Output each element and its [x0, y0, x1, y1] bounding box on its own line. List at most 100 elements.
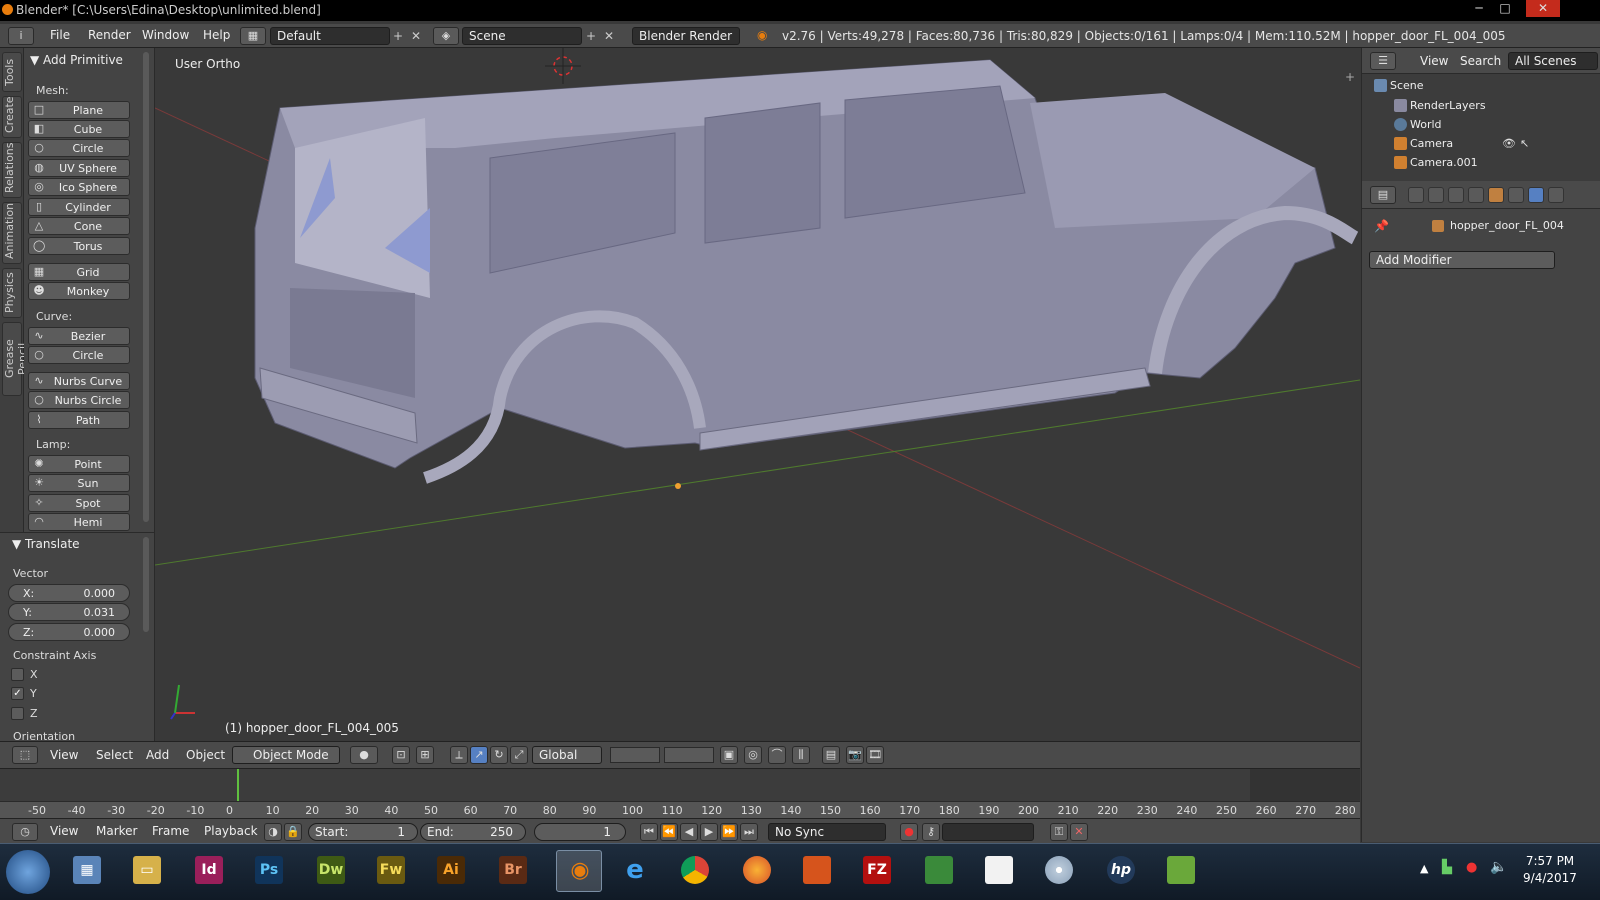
add-uv-sphere-button[interactable]: ◍ UV Sphere [28, 159, 130, 177]
render-layers-tab-icon[interactable] [1428, 187, 1444, 203]
data-tab-icon[interactable] [1548, 187, 1564, 203]
start-frame-field[interactable]: Start: 1 [308, 823, 418, 841]
pivot-point-icon[interactable]: ⊡ [392, 746, 410, 764]
current-frame-field[interactable]: 1 [534, 823, 626, 841]
editor-type-info-icon[interactable]: i [8, 27, 34, 45]
tab-grease-pencil[interactable]: Grease Pencil [2, 322, 29, 396]
add-torus-button[interactable]: ◯ Torus [28, 237, 130, 255]
scene-field[interactable]: Scene [462, 27, 582, 45]
render-tab-icon[interactable] [1408, 187, 1424, 203]
play-reverse-icon[interactable]: ◀ [680, 823, 698, 841]
add-circle-button[interactable]: ○ Circle [28, 139, 130, 157]
only-origins-icon[interactable]: ⊞ [416, 746, 434, 764]
jump-start-icon[interactable]: ⏮ [640, 823, 658, 841]
network-icon[interactable]: ▙ [1442, 860, 1452, 875]
screen-layout-field[interactable]: Default [270, 27, 390, 45]
constraints-tab-icon[interactable] [1508, 187, 1524, 203]
tab-tools[interactable]: Tools [2, 52, 22, 92]
insert-keyframe-icon[interactable]: ⚿ [1050, 823, 1068, 841]
taskbar-office[interactable] [794, 850, 840, 892]
add-screen-icon[interactable]: + [393, 29, 403, 43]
menu-timeline-view[interactable]: View [50, 824, 78, 838]
outliner-menu-search[interactable]: Search [1460, 54, 1501, 68]
tab-relations[interactable]: Relations [2, 142, 22, 198]
keying-set-icon[interactable]: ⚷ [922, 823, 940, 841]
delete-screen-icon[interactable]: ✕ [411, 29, 421, 43]
scale-manipulator-icon[interactable]: ⤢ [510, 746, 528, 764]
3d-viewport[interactable]: User Ortho (1) hopper_door_FL_004_005 + [155, 48, 1360, 741]
lock-time-cursor-icon[interactable]: 🔒 [284, 823, 302, 841]
selectable-cursor-icon[interactable]: ↖ [1520, 137, 1533, 150]
sync-mode-dropdown[interactable]: No Sync [768, 823, 886, 841]
translate-manipulator-icon[interactable]: ↗ [470, 746, 488, 764]
layers-grid-b[interactable] [664, 747, 714, 763]
add-nurbs-curve-button[interactable]: ∿ Nurbs Curve [28, 372, 130, 390]
editor-type-properties-icon[interactable]: ▤ [1370, 186, 1396, 204]
taskbar-blender[interactable]: ◉ [556, 850, 602, 892]
add-primitive-panel-header[interactable]: ▼ Add Primitive [30, 53, 123, 67]
scene-tab-icon[interactable] [1448, 187, 1464, 203]
taskbar-chrome[interactable] [672, 850, 718, 892]
viewport-shading-icon[interactable]: ● [350, 746, 378, 764]
layers-grid-a[interactable] [610, 747, 660, 763]
taskbar-calculator[interactable]: ▦ [64, 850, 110, 892]
jump-next-keyframe-icon[interactable]: ⏩ [720, 823, 738, 841]
taskbar-explorer[interactable]: ▭ [124, 850, 170, 892]
outliner-item-world[interactable]: World [1362, 115, 1600, 135]
vector-y-field[interactable]: Y: 0.031 [8, 603, 130, 621]
jump-prev-keyframe-icon[interactable]: ⏪ [660, 823, 678, 841]
add-path-button[interactable]: ⌇ Path [28, 411, 130, 429]
volume-icon[interactable]: 🔈 [1490, 859, 1507, 875]
taskbar-disc[interactable] [1036, 850, 1082, 892]
taskbar-clock[interactable]: 7:57 PM 9/4/2017 [1515, 853, 1585, 887]
play-icon[interactable]: ▶ [700, 823, 718, 841]
add-spot-lamp-button[interactable]: ✧ Spot [28, 494, 130, 512]
object-mode-dropdown[interactable]: Object Mode [232, 746, 340, 764]
constraint-z-checkbox[interactable] [11, 707, 24, 720]
modifiers-tab-icon[interactable] [1528, 187, 1544, 203]
security-icon[interactable]: ● [1466, 860, 1477, 875]
jump-end-icon[interactable]: ⏭ [740, 823, 758, 841]
outliner-item-renderlayers[interactable]: RenderLayers [1362, 96, 1600, 116]
menu-window[interactable]: Window [142, 28, 189, 42]
close-window-button[interactable]: ✕ [1526, 0, 1560, 17]
screen-layout-icon[interactable]: ▦ [240, 27, 266, 45]
lock-layers-icon[interactable]: ▣ [720, 746, 738, 764]
outliner-item-camera[interactable]: Camera 👁 ↖ [1362, 134, 1600, 154]
taskbar-notepad[interactable] [976, 850, 1022, 892]
add-monkey-button[interactable]: ☻ Monkey [28, 282, 130, 300]
tool-shelf-scrollbar[interactable] [143, 52, 149, 522]
delete-scene-icon[interactable]: ✕ [604, 29, 614, 43]
opengl-render-icon[interactable]: 📷 [846, 746, 864, 764]
menu-frame[interactable]: Frame [152, 824, 189, 838]
add-scene-icon[interactable]: + [586, 29, 596, 43]
taskbar-bridge[interactable]: Br [490, 850, 536, 892]
vector-x-field[interactable]: X: 0.000 [8, 584, 130, 602]
constraint-y-checkbox[interactable]: ✓ [11, 687, 24, 700]
menu-object[interactable]: Object [186, 748, 225, 762]
add-curve-circle-button[interactable]: ○ Circle [28, 346, 130, 364]
outliner-item-camera-001[interactable]: Camera.001 [1362, 153, 1600, 173]
scene-icon[interactable]: ◈ [433, 27, 459, 45]
proportional-edit-icon[interactable]: ◎ [744, 746, 762, 764]
add-plane-button[interactable]: □ Plane [28, 101, 130, 119]
add-nurbs-circle-button[interactable]: ○ Nurbs Circle [28, 391, 130, 409]
taskbar-photoshop[interactable]: Ps [246, 850, 292, 892]
editor-type-3d-view-icon[interactable]: ⬚ [12, 746, 38, 764]
minimize-button[interactable]: ─ [1468, 0, 1490, 17]
add-modifier-dropdown[interactable]: Add Modifier [1369, 251, 1555, 269]
taskbar-indesign[interactable]: Id [186, 850, 232, 892]
delete-keyframe-icon[interactable]: ✕ [1070, 823, 1088, 841]
snap-element-icon[interactable]: ⫼ [792, 746, 810, 764]
taskbar-chart-app[interactable] [1158, 850, 1204, 892]
world-tab-icon[interactable] [1468, 187, 1484, 203]
transform-orientation-dropdown[interactable]: Global [532, 746, 602, 764]
manipulator-icon[interactable]: ⟂ [450, 746, 468, 764]
taskbar-dreamweaver[interactable]: Dw [308, 850, 354, 892]
add-grid-button[interactable]: ▦ Grid [28, 263, 130, 281]
add-sun-lamp-button[interactable]: ☀ Sun [28, 474, 130, 492]
show-hidden-icons[interactable]: ▲ [1420, 862, 1428, 875]
menu-help[interactable]: Help [203, 28, 230, 42]
rotate-manipulator-icon[interactable]: ↻ [490, 746, 508, 764]
tab-create[interactable]: Create [2, 96, 22, 138]
